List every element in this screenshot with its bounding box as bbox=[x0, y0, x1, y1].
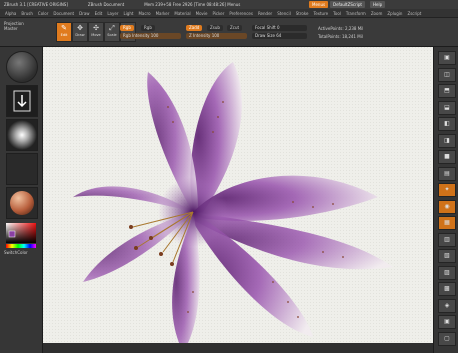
rgb-intensity-slider[interactable]: Rgb Intensity 100 bbox=[120, 33, 181, 39]
move-label: Move bbox=[91, 33, 101, 37]
shelf-button-15-icon[interactable]: ▩ bbox=[438, 282, 456, 296]
scale-label: Scale bbox=[107, 33, 117, 37]
shelf-button-14-icon[interactable]: ▨ bbox=[438, 265, 456, 280]
menu-edit[interactable]: Edit bbox=[95, 11, 103, 16]
draw-tool-button[interactable]: ✥ Draw bbox=[72, 22, 88, 42]
menu-texture[interactable]: Texture bbox=[313, 11, 328, 16]
menu-zscript[interactable]: Zscript bbox=[407, 11, 421, 16]
scale-icon: ⤢ bbox=[109, 24, 115, 32]
edit-icon: ✎ bbox=[61, 24, 67, 32]
draw-size-label: Draw Size 64 bbox=[255, 33, 282, 38]
menu-brush[interactable]: Brush bbox=[21, 11, 33, 16]
app-title: ZBrush 3.1 [CREATIVE ORIGINS] bbox=[4, 2, 68, 7]
material-sphere-icon bbox=[10, 191, 34, 215]
menu-preferences[interactable]: Preferences bbox=[229, 11, 253, 16]
texture-thumbnail[interactable] bbox=[6, 153, 38, 185]
right-shelf: ▣ ◫ ⬒ ⬓ ◧ ◨ ■ ▤ ✦ ◉ ▦ ▥ ▧ ▨ ▩ ◈ ▣ ▢ bbox=[433, 47, 458, 353]
menu-material[interactable]: Material bbox=[174, 11, 190, 16]
menu-document[interactable]: Document bbox=[53, 11, 74, 16]
shelf-button-17-icon[interactable]: ▣ bbox=[438, 315, 456, 329]
color-picker[interactable] bbox=[6, 223, 36, 249]
shelf-button-9-icon[interactable]: ✦ bbox=[438, 183, 456, 197]
menu-draw[interactable]: Draw bbox=[79, 11, 89, 16]
shelf-button-8-icon[interactable]: ▤ bbox=[438, 166, 456, 181]
z-intensity-slider[interactable]: Z Intensity 100 bbox=[186, 33, 247, 39]
color-picker-gradient bbox=[6, 223, 36, 248]
help-button[interactable]: Help bbox=[370, 1, 386, 8]
move-tool-button[interactable]: ✣ Move bbox=[88, 22, 104, 42]
move-icon: ✣ bbox=[93, 24, 99, 32]
left-tray: SwitchColor bbox=[0, 47, 43, 353]
shelf-button-2-icon[interactable]: ◫ bbox=[438, 67, 456, 82]
menu-alpha[interactable]: Alpha bbox=[5, 11, 16, 16]
shelf-button-13-icon[interactable]: ▧ bbox=[438, 249, 456, 263]
shelf-button-16-icon[interactable]: ◈ bbox=[438, 298, 456, 313]
scale-tool-button[interactable]: ⤢ Scale bbox=[104, 22, 120, 42]
rgb-intensity-label: Rgb Intensity 100 bbox=[123, 33, 159, 38]
menu-picker[interactable]: Picker bbox=[212, 11, 224, 16]
top-toolbar: Projection Master ✎ Edit ✥ Draw ✣ Move ⤢… bbox=[0, 18, 458, 47]
shelf-button-1-icon[interactable]: ▣ bbox=[438, 51, 456, 65]
shelf-button-11-icon[interactable]: ▦ bbox=[438, 216, 456, 230]
zadd-button[interactable]: Zadd bbox=[186, 25, 203, 31]
menu-color[interactable]: Color bbox=[38, 11, 48, 16]
focal-shift-slider[interactable]: Focal Shift 0 bbox=[252, 25, 307, 31]
edit-label: Edit bbox=[60, 33, 68, 37]
menu-tool[interactable]: Tool bbox=[333, 11, 341, 16]
memory-stats: Mem 239+58 Free 2926 [Time 08:48:26] Men… bbox=[144, 2, 241, 7]
rgb-mode-button[interactable]: Rgb bbox=[120, 25, 134, 31]
menu-macro[interactable]: Macro bbox=[138, 11, 150, 16]
shelf-button-5-icon[interactable]: ◧ bbox=[438, 117, 456, 131]
stroke-arrow-icon bbox=[13, 90, 31, 112]
bottom-bar bbox=[43, 343, 433, 353]
draw-label: Draw bbox=[75, 33, 85, 37]
switch-color-button[interactable]: SwitchColor bbox=[4, 250, 28, 255]
zsub-button[interactable]: Zsub bbox=[207, 25, 223, 31]
total-points-readout: TotalPoints: 18,241 Mil bbox=[318, 34, 363, 39]
shelf-button-6-icon[interactable]: ◨ bbox=[438, 133, 456, 148]
menus-button[interactable]: Menus bbox=[309, 1, 329, 8]
active-points-readout: ActivePoints: 2,238 Mil bbox=[318, 26, 364, 31]
shelf-button-12-icon[interactable]: ▥ bbox=[438, 232, 456, 247]
document-canvas[interactable] bbox=[43, 47, 433, 343]
menu-transform[interactable]: Transform bbox=[346, 11, 366, 16]
focal-shift-label: Focal Shift 0 bbox=[255, 25, 280, 30]
menu-zplugin[interactable]: Zplugin bbox=[387, 11, 402, 16]
document-title: ZBrush Document bbox=[87, 2, 125, 7]
menu-zoom[interactable]: Zoom bbox=[371, 11, 383, 16]
menu-render[interactable]: Render bbox=[258, 11, 272, 16]
shelf-button-7-icon[interactable]: ■ bbox=[438, 150, 456, 164]
menu-light[interactable]: Light bbox=[123, 11, 133, 16]
draw-icon: ✥ bbox=[77, 24, 83, 32]
shelf-button-18-icon[interactable]: ▢ bbox=[438, 331, 456, 346]
alpha-thumbnail[interactable] bbox=[6, 119, 38, 151]
shelf-button-3-icon[interactable]: ⬒ bbox=[438, 84, 456, 98]
menu-stroke[interactable]: Stroke bbox=[296, 11, 309, 16]
projection-master-button[interactable]: Projection Master bbox=[4, 21, 38, 31]
default-zscript-button[interactable]: DefaultZScript bbox=[330, 1, 365, 8]
stroke-thumbnail[interactable] bbox=[6, 85, 38, 117]
shelf-button-4-icon[interactable]: ⬓ bbox=[438, 100, 456, 115]
z-intensity-label: Z Intensity 100 bbox=[189, 33, 220, 38]
lily-painting bbox=[43, 47, 433, 343]
material-thumbnail[interactable] bbox=[6, 187, 38, 219]
menu-bar: Alpha Brush Color Document Draw Edit Layer Ligh… bbox=[0, 9, 458, 18]
edit-tool-button[interactable]: ✎ Edit bbox=[56, 22, 72, 42]
menu-movie[interactable]: Movie bbox=[196, 11, 208, 16]
draw-size-slider[interactable]: Draw Size 64 bbox=[252, 33, 307, 39]
menu-marker[interactable]: Marker bbox=[156, 11, 170, 16]
brush-thumbnail[interactable] bbox=[6, 51, 38, 83]
shelf-button-10-icon[interactable]: ◉ bbox=[438, 199, 456, 214]
zcut-button[interactable]: Zcut bbox=[227, 25, 243, 31]
menu-layer[interactable]: Layer bbox=[107, 11, 118, 16]
menu-stencil[interactable]: Stencil bbox=[277, 11, 291, 16]
mrgb-mode-button[interactable]: Rgb bbox=[141, 25, 155, 31]
